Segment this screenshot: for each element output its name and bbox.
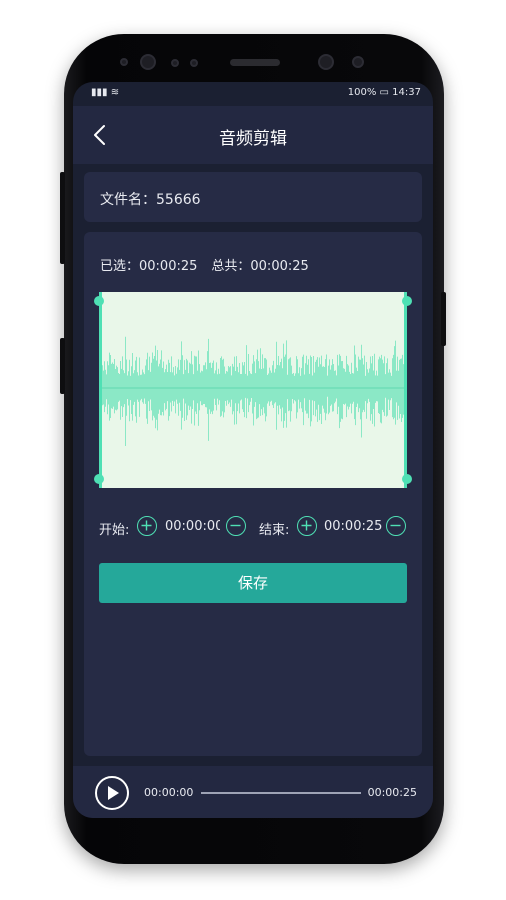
page-title: 音频剪辑	[219, 129, 287, 149]
earpiece-speaker	[230, 59, 280, 66]
trim-controls: 开始: 00:00:00 结束: 00:00:25	[99, 516, 409, 538]
start-increase-button[interactable]	[137, 516, 157, 536]
end-handle-bottom[interactable]	[402, 474, 412, 484]
audio-player: 00:00:00 00:00:25	[73, 766, 433, 818]
duration-time: 00:00:25	[367, 786, 417, 799]
end-time-value: 00:00:25	[324, 519, 382, 534]
start-decrease-button[interactable]	[226, 516, 246, 536]
file-name-card: 文件名：55666	[84, 172, 422, 222]
start-handle-top[interactable]	[94, 296, 104, 306]
end-handle-top[interactable]	[402, 296, 412, 306]
progress-bar[interactable]	[201, 792, 361, 794]
status-right: 100% ▭ 14:37	[348, 87, 421, 98]
signal-icon: ▮▮▮ ≋	[91, 87, 120, 98]
start-handle-bottom[interactable]	[94, 474, 104, 484]
volume-down-button	[60, 338, 65, 394]
power-button	[441, 292, 446, 346]
waveform-graphic	[102, 336, 404, 446]
app-screen: ▮▮▮ ≋ 100% ▭ 14:37 音频剪辑 文件名：55666 已选：00:…	[73, 82, 433, 818]
front-camera	[318, 54, 334, 70]
status-time: 14:37	[392, 87, 421, 98]
iris-scanner	[140, 54, 156, 70]
status-bar: ▮▮▮ ≋ 100% ▭ 14:37	[73, 82, 433, 106]
end-label: 结束:	[259, 523, 290, 538]
end-decrease-button[interactable]	[386, 516, 406, 536]
save-button[interactable]: 保存	[99, 563, 407, 603]
front-sensor	[352, 56, 364, 68]
sensor-dot	[171, 59, 179, 67]
selected-duration: 已选：00:00:25	[100, 259, 198, 274]
plus-icon	[141, 520, 152, 531]
volume-up-button	[60, 172, 65, 264]
minus-icon	[230, 524, 241, 527]
plus-icon	[301, 520, 312, 531]
battery-percent: 100%	[347, 87, 377, 98]
total-duration: 总共：00:00:25	[211, 259, 309, 274]
minus-icon	[390, 524, 401, 527]
sensor-dot	[120, 58, 128, 66]
file-name-label: 文件名：55666	[100, 192, 201, 208]
sensor-dot	[190, 59, 198, 67]
start-time-value: 00:00:00	[165, 519, 220, 534]
battery-icon: ▭	[379, 87, 389, 98]
current-time: 00:00:00	[144, 786, 194, 799]
start-label: 开始:	[99, 523, 130, 538]
app-header: 音频剪辑	[73, 106, 433, 164]
waveform-area[interactable]	[99, 292, 407, 488]
end-increase-button[interactable]	[297, 516, 317, 536]
play-icon	[108, 786, 119, 800]
play-button[interactable]	[95, 776, 129, 810]
selection-info: 已选：00:00:25 总共：00:00:25	[100, 255, 309, 274]
